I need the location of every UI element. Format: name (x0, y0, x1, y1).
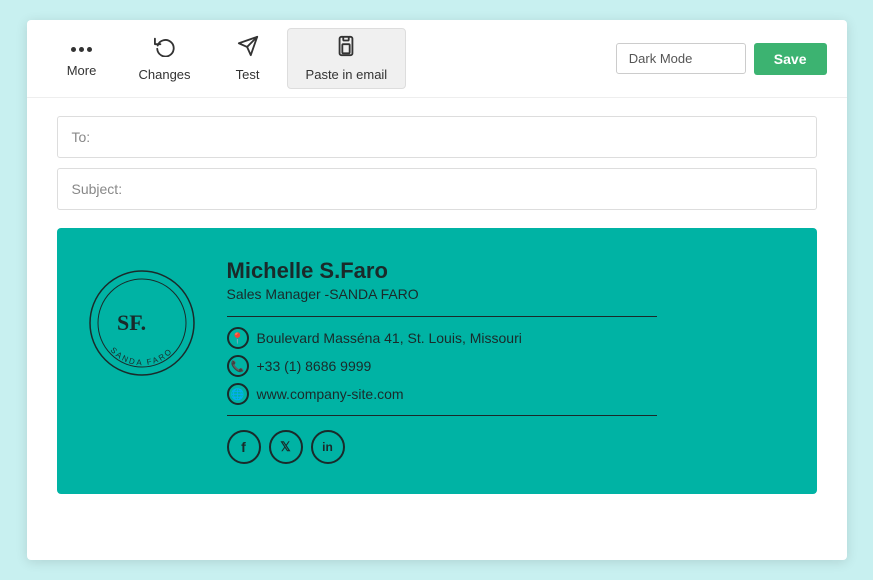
sig-address: Boulevard Masséna 41, St. Louis, Missour… (257, 330, 522, 346)
phone-icon: 📞 (227, 355, 249, 377)
changes-icon (154, 35, 176, 63)
sig-website-row: 🌐 www.company-site.com (227, 383, 787, 405)
logo-svg: SF. SANDA FARO (87, 268, 197, 378)
test-label: Test (236, 67, 260, 82)
to-field[interactable]: To: (57, 116, 817, 158)
signature-card: SF. SANDA FARO Michelle S.Faro Sales Man… (57, 228, 817, 494)
linkedin-icon[interactable]: in (311, 430, 345, 464)
logo-area: SF. SANDA FARO (87, 258, 197, 383)
save-button[interactable]: Save (754, 43, 827, 75)
more-label: More (67, 63, 97, 78)
sig-divider-top (227, 316, 657, 317)
sig-name: Michelle S.Faro (227, 258, 787, 284)
changes-label: Changes (139, 67, 191, 82)
main-container: More Changes (27, 20, 847, 560)
sig-address-row: 📍 Boulevard Masséna 41, St. Louis, Misso… (227, 327, 787, 349)
more-icon (71, 39, 92, 59)
toolbar-right: Save (616, 43, 827, 75)
subject-field[interactable]: Subject: (57, 168, 817, 210)
address-icon: 📍 (227, 327, 249, 349)
sig-website: www.company-site.com (257, 386, 404, 402)
sig-job-title: Sales Manager -SANDA FARO (227, 286, 787, 302)
twitter-icon[interactable]: 𝕏 (269, 430, 303, 464)
email-form: To: Subject: (27, 98, 847, 210)
sig-phone-row: 📞 +33 (1) 8686 9999 (227, 355, 787, 377)
svg-text:SANDA FARO: SANDA FARO (108, 346, 174, 368)
paste-icon (335, 35, 357, 63)
paste-in-email-button[interactable]: Paste in email (287, 28, 407, 89)
svg-text:SF.: SF. (117, 310, 146, 335)
changes-button[interactable]: Changes (121, 29, 209, 88)
test-button[interactable]: Test (213, 29, 283, 88)
sig-phone: +33 (1) 8686 9999 (257, 358, 372, 374)
dark-mode-input[interactable] (616, 43, 746, 74)
facebook-icon[interactable]: f (227, 430, 261, 464)
test-icon (237, 35, 259, 63)
paste-label: Paste in email (306, 67, 388, 82)
sig-divider-bottom (227, 415, 657, 416)
toolbar-left: More Changes (47, 28, 616, 89)
signature-info: Michelle S.Faro Sales Manager -SANDA FAR… (227, 258, 787, 464)
website-icon: 🌐 (227, 383, 249, 405)
toolbar: More Changes (27, 20, 847, 98)
social-icons: f 𝕏 in (227, 430, 787, 464)
more-button[interactable]: More (47, 33, 117, 84)
